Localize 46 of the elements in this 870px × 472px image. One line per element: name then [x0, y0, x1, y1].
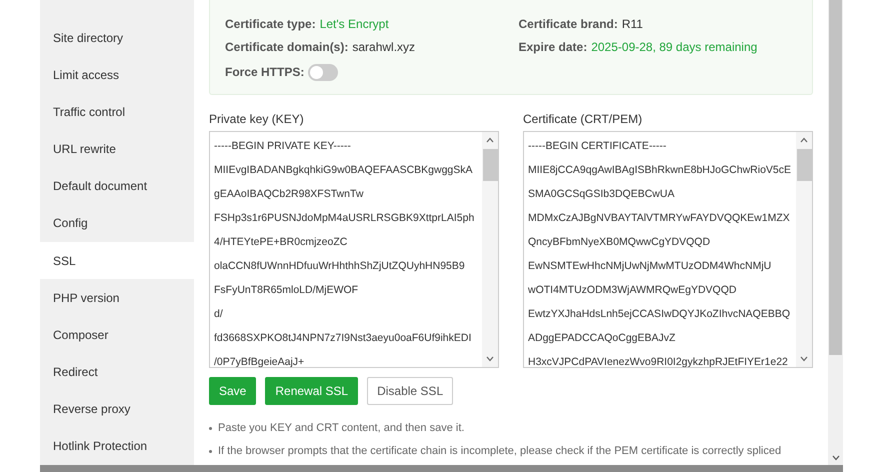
field-label: Certificate (CRT/PEM) — [523, 111, 644, 128]
sidebar-item[interactable]: Redirect — [40, 354, 194, 391]
code-line: FsFyUnT8R65mloLD/MjEWOF — [214, 283, 360, 298]
info-label: Certificate type: — [225, 16, 316, 33]
code-line: QncyBFbmNyeXB0MQwwCgYDVQQD — [528, 235, 712, 250]
info-value: 2025-09-28, 89 days remaining — [591, 39, 758, 56]
info-label: Expire date: — [518, 39, 588, 56]
note-text: If the browser prompts that the certificate chain is incomplete, please check if the PEM certificate is correctly spliced — [218, 444, 782, 459]
sidebar-item[interactable]: SSL — [40, 242, 194, 280]
code-line: 4/HTEYtePE+BR0cmjzeoZC — [214, 235, 348, 250]
sidebar-item[interactable]: Site directory — [40, 19, 194, 56]
sidebar-item[interactable]: Config — [40, 204, 194, 242]
sidebar-item[interactable]: URL rewrite — [40, 130, 194, 168]
code-line: ADggEPADCCAQoCggEBAJvZ — [528, 331, 676, 346]
code-line: EwNSMTEwHhcNMjUwNjMwMTUzODM4WhcNMjU — [528, 259, 772, 274]
code-line: MDMxCzAJBgNVBAYTAlVTMRYwFAYDVQQKEw1MZX — [528, 211, 791, 226]
sidebar-item[interactable]: Traffic control — [40, 93, 194, 131]
info-value: Let's Encrypt — [320, 16, 389, 33]
sidebar-item[interactable]: Limit access — [40, 56, 194, 94]
code-line: wOTI4MTUzODM3WjAWMRQwEgYDVQQD — [528, 283, 738, 298]
force-https-label: Force HTTPS: — [225, 64, 304, 81]
code-line: -----BEGIN CERTIFICATE----- — [528, 139, 668, 154]
sidebar-item[interactable]: PHP version — [40, 279, 194, 316]
info-label: Certificate brand: — [518, 16, 618, 33]
field-label: Private key (KEY) — [209, 111, 305, 128]
code-line: FSHp3s1r6PUSNJdoMpM4aUSRLRSGBK9XttprLAI5ph — [214, 211, 476, 226]
sidebar-item[interactable]: Reverse proxy — [40, 390, 194, 428]
code-line: MIIEvgIBADANBgkqhkiG9w0BAQEFAASCBKgwggSkA — [214, 163, 474, 178]
code-line: gEAAoIBAQCb2R98XFSTwnTw — [214, 187, 364, 202]
code-line: SMA0GCSqGSIb3DQEBCwUA — [528, 187, 676, 202]
code-line: d/ — [214, 307, 224, 322]
code-line: EwtzYXJhaHdsLnh5ejCCASIwDQYJKoZIhvcNAQEBBQ — [528, 307, 792, 322]
sidebar-item[interactable]: Hotlink Protection — [40, 428, 194, 466]
code-line: fd3668SXPKO8tJ4NPN7z7I9Nst3aeyu0oaF6Uf9ihkEDI — [214, 331, 472, 346]
sidebar-item[interactable]: Default document — [40, 168, 194, 205]
info-value: sarahwl.xyz — [352, 39, 416, 56]
note-text: Paste you KEY and CRT content, and then save it. — [218, 421, 464, 436]
action-button[interactable]: Disable SSL — [367, 377, 454, 405]
sidebar-item[interactable]: Composer — [40, 316, 194, 354]
info-label: Certificate domain(s): — [225, 39, 348, 56]
info-value: R11 — [622, 16, 643, 33]
code-line: -----BEGIN PRIVATE KEY----- — [214, 139, 352, 154]
code-line: olaCCN8fUWnnHDfuuWrHhthhShZjUtZQUyhHN95B9 — [214, 259, 466, 274]
code-line: H3xcVJPCdPAVIenezWvo9RI0I2gykzhpRJEtFIYEr1e22 — [528, 355, 789, 367]
code-line: /0P7yBfBgeieAajJ+ — [214, 355, 306, 367]
code-line: MIIE8jCCA9qgAwIBAgISBhRkwnE8bHJoGChwRioV5cE — [528, 163, 792, 178]
